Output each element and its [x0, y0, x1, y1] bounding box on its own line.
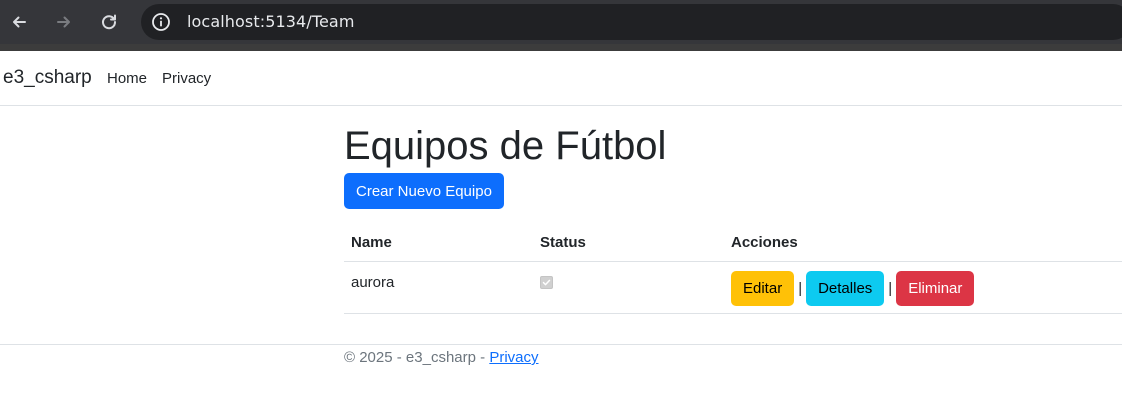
check-icon: [542, 279, 551, 286]
table-row: aurora Editar | Detalles | Eliminar: [344, 262, 1122, 314]
footer-copyright: © 2025 - e3_csharp -: [344, 349, 490, 366]
teams-table: Name Status Acciones aurora Editar | Det…: [344, 225, 1122, 314]
edit-button[interactable]: Editar: [731, 271, 795, 306]
navbar: e3_csharp Home Privacy: [0, 51, 1122, 106]
table-header: Name Status Acciones: [344, 225, 1122, 262]
footer: © 2025 - e3_csharp - Privacy: [0, 344, 1122, 410]
team-name: aurora: [351, 274, 395, 291]
reload-button[interactable]: [95, 8, 123, 36]
status-checkbox: [540, 276, 553, 289]
forward-button[interactable]: [50, 8, 78, 36]
create-team-button[interactable]: Crear Nuevo Equipo: [344, 173, 504, 209]
action-separator: |: [798, 280, 803, 297]
site-info-icon[interactable]: [151, 12, 171, 32]
footer-text: © 2025 - e3_csharp - Privacy: [344, 349, 539, 366]
column-header-status: Status: [540, 234, 586, 251]
action-separator: |: [888, 280, 893, 297]
nav-link-home[interactable]: Home: [107, 70, 147, 87]
delete-button[interactable]: Eliminar: [896, 271, 975, 306]
address-url[interactable]: localhost:5134/Team: [187, 12, 355, 31]
column-header-name: Name: [351, 234, 392, 251]
row-actions: Editar | Detalles | Eliminar: [731, 271, 975, 306]
arrow-left-icon: [13, 16, 26, 28]
nav-link-privacy[interactable]: Privacy: [162, 70, 211, 87]
footer-privacy-link[interactable]: Privacy: [489, 349, 538, 366]
page-title: Equipos de Fútbol: [344, 124, 667, 168]
details-button[interactable]: Detalles: [806, 271, 885, 306]
address-bar[interactable]: localhost:5134/Team: [141, 4, 1122, 40]
browser-toolbar: localhost:5134/Team: [0, 0, 1122, 44]
reload-icon: [102, 14, 117, 30]
navbar-brand[interactable]: e3_csharp: [3, 67, 92, 89]
column-header-actions: Acciones: [731, 234, 798, 251]
back-button[interactable]: [5, 8, 33, 36]
arrow-right-icon: [57, 16, 70, 28]
chrome-divider: [0, 44, 1122, 51]
